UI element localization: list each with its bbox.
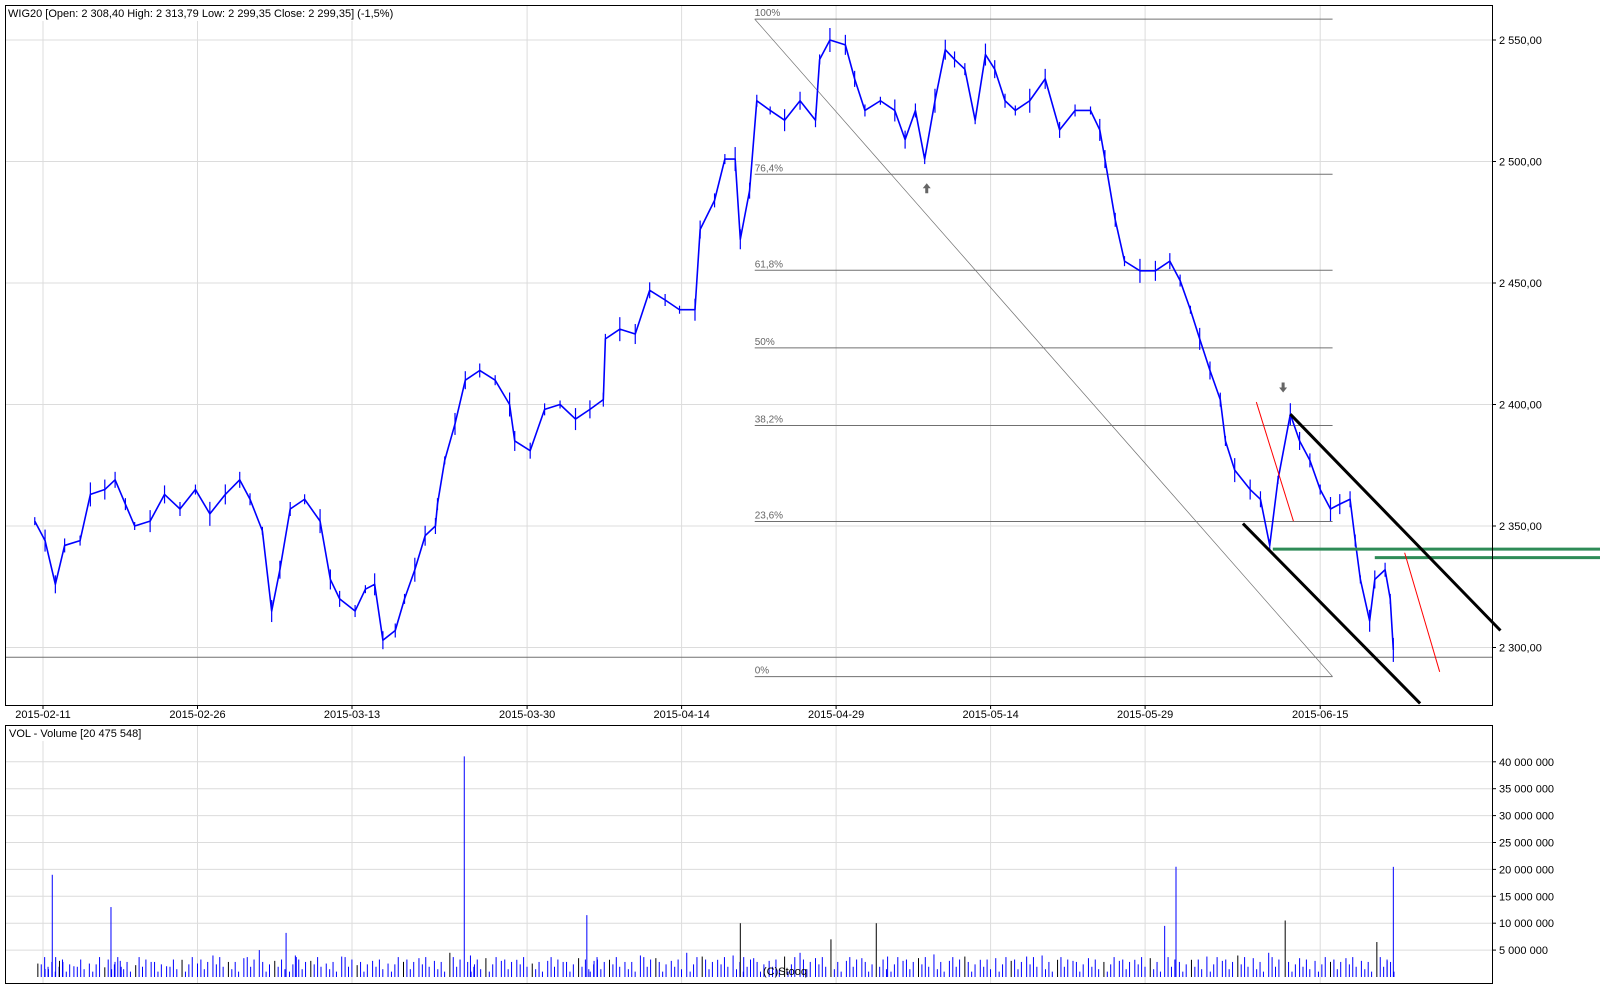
y-tick-label: 2 500,00 <box>1499 157 1542 169</box>
x-tick-label: 2015-06-15 <box>1292 709 1348 721</box>
price-line <box>34 39 1395 650</box>
trend-annotations <box>922 183 1600 705</box>
y-tick-label: 2 300,00 <box>1499 643 1542 655</box>
fib-level-label: 50% <box>755 337 775 348</box>
y-tick-label: 2 350,00 <box>1499 521 1542 533</box>
volume-panel-border <box>5 725 1493 984</box>
volume-y-tick-label: 30 000 000 <box>1499 811 1554 823</box>
stock-chart: 100% 76,4% 61,8% 50% 38,2% 23,6% 0% 2015-02-11… <box>5 5 1600 984</box>
fibonacci-retracement: 100% 76,4% 61,8% 50% 38,2% 23,6% 0% <box>6 8 1492 678</box>
volume-bars <box>37 756 1395 977</box>
fib-level-label: 61,8% <box>755 259 783 270</box>
channel-line <box>1289 413 1502 632</box>
fib-level-label: 100% <box>755 8 781 19</box>
arrow-up-icon <box>922 183 931 194</box>
x-tick-label: 2015-02-26 <box>169 709 225 721</box>
price-series <box>34 28 1395 662</box>
price-panel-border <box>5 5 1493 706</box>
x-tick-label: 2015-05-14 <box>962 709 1018 721</box>
copyright: (C)Stooq <box>763 966 807 978</box>
arrow-down-icon <box>1279 382 1288 393</box>
x-tick-label: 2015-02-11 <box>15 709 70 721</box>
y-tick-label: 2 450,00 <box>1499 278 1542 290</box>
volume-y-tick-label: 20 000 000 <box>1499 864 1554 876</box>
volume-y-tick-label: 15 000 000 <box>1499 891 1554 903</box>
volume-y-tick-label: 25 000 000 <box>1499 838 1554 850</box>
volume-header: VOL - Volume [20 475 548] <box>9 728 141 740</box>
volume-y-tick-label: 10 000 000 <box>1499 918 1554 930</box>
y-tick-label: 2 550,00 <box>1499 35 1542 47</box>
x-tick-label: 2015-03-13 <box>324 709 380 721</box>
fib-level-label: 0% <box>755 666 770 677</box>
x-tick-label: 2015-04-14 <box>653 709 709 721</box>
red-trend-line <box>1404 552 1441 672</box>
fib-level-label: 76,4% <box>755 163 783 174</box>
fib-level-label: 38,2% <box>755 414 783 425</box>
x-tick-label: 2015-04-29 <box>808 709 864 721</box>
x-tick-label: 2015-03-30 <box>499 709 555 721</box>
x-tick-label: 2015-05-29 <box>1117 709 1173 721</box>
volume-y-tick-label: 5 000 000 <box>1499 945 1548 957</box>
fib-level-label: 23,6% <box>755 510 783 521</box>
volume-y-tick-label: 35 000 000 <box>1499 784 1554 796</box>
y-tick-label: 2 400,00 <box>1499 400 1542 412</box>
grid-lines <box>6 6 1492 983</box>
chart-header: WIG20 [Open: 2 308,40 High: 2 313,79 Low… <box>8 8 393 20</box>
volume-y-tick-label: 40 000 000 <box>1499 757 1554 769</box>
